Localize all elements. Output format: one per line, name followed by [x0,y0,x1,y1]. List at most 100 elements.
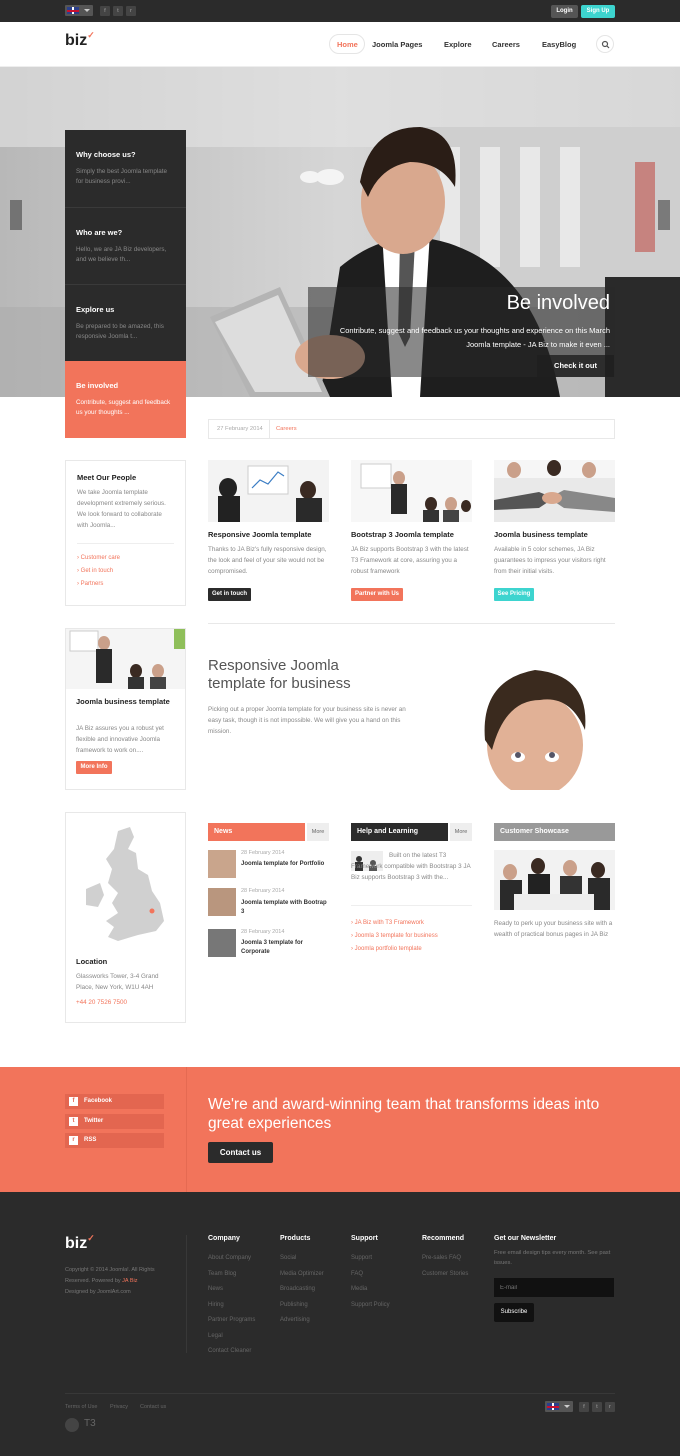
newsletter-email-input[interactable] [494,1278,614,1297]
twitter-link[interactable]: t Twitter [65,1114,164,1129]
link-get-in-touch[interactable]: › Get in touch [77,565,174,578]
footer-link[interactable]: Team Blog [208,1267,255,1283]
footer-link[interactable]: Support [351,1251,390,1267]
card-title: Responsive Joomla template [208,530,312,539]
nav-joomla-pages[interactable]: Joomla Pages [372,40,422,49]
people-text: We take Joomla template development extr… [77,489,166,529]
signup-button[interactable]: Sign Up [581,5,615,18]
divider [351,905,472,906]
check-it-out-button[interactable]: Check it out [537,355,614,377]
footer-link[interactable]: Advertising [280,1313,324,1329]
meta-date: 27 February 2014 [217,426,263,432]
t3-text: T3 [84,1418,96,1429]
news-title-link[interactable]: Joomla 3 template for Corporate [241,939,331,957]
uk-flag-icon [547,1403,559,1410]
search-button[interactable] [596,35,614,53]
news-tab[interactable]: News [208,823,305,841]
link-partners[interactable]: › Partners [77,578,174,591]
nav-home[interactable]: Home [337,40,358,49]
contact-link[interactable]: Contact us [140,1404,166,1410]
hero-tab-explore[interactable]: Explore us Be prepared to be amazed, this… [65,284,186,361]
rss-icon[interactable]: r [126,6,136,16]
subscribe-button[interactable]: Subscribe [494,1303,534,1322]
help-tab[interactable]: Help and Learning [351,823,448,841]
news-title-link[interactable]: Joomla template for Portfolio [241,860,329,869]
footer-link[interactable]: News [208,1282,255,1298]
business-template-box: Joomla business template JA Biz assures … [65,628,186,790]
news-more-button[interactable]: More [307,823,329,841]
footer-link[interactable]: Media [351,1282,390,1298]
terms-link[interactable]: Terms of Use [65,1404,97,1410]
facebook-icon[interactable]: f [579,1402,589,1412]
footer-link[interactable]: FAQ [351,1267,390,1283]
footer-link[interactable]: Legal [208,1329,255,1345]
divider [65,1393,615,1394]
hero-tab-involved[interactable]: Be involved Contribute, suggest and feedb… [65,361,186,438]
footer-link[interactable]: Social [280,1251,324,1267]
meet-people-box: Meet Our People We take Joomla template … [65,460,186,606]
card-text: Thanks to JA Biz's fully responsive desi… [208,546,327,575]
footer-link[interactable]: Contact Cleaner [208,1344,255,1360]
language-selector[interactable] [65,5,93,16]
footer-col-products: Products Social Media Optimizer Broadcas… [280,1235,324,1329]
hero-tab-text: Hello, we are JA Biz developers, and we … [76,246,167,263]
partner-with-us-button[interactable]: Partner with Us [351,588,403,601]
caption-title: Be involved [506,292,610,314]
rss-link[interactable]: r RSS [65,1133,164,1148]
twitter-icon[interactable]: t [113,6,123,16]
footer-link[interactable]: Broadcasting [280,1282,324,1298]
ja-biz-link[interactable]: JA Biz [122,1278,137,1284]
news-title-link[interactable]: Joomla template with Bootrap 3 [241,899,331,917]
card-image-handshake [494,460,615,522]
footer-link[interactable]: Publishing [280,1298,324,1314]
footer-link[interactable]: Media Optimizer [280,1267,324,1283]
see-pricing-button[interactable]: See Pricing [494,588,534,601]
showcase-tab[interactable]: Customer Showcase [494,823,615,841]
contact-us-button[interactable]: Contact us [208,1142,273,1163]
footer-col-title: Company [208,1235,240,1242]
footer-link[interactable]: Customer Stories [422,1267,468,1283]
login-button[interactable]: Login [551,5,578,18]
caption-text: Contribute, suggest and feedback us your… [339,326,610,349]
more-info-button[interactable]: More Info [76,761,112,774]
help-more-button[interactable]: More [450,823,472,841]
help-link[interactable]: › JA Biz with T3 Framework [351,920,424,926]
location-phone[interactable]: +44 20 7526 7500 [76,999,127,1006]
logo[interactable]: biz✓ [65,30,95,50]
location-box: Location Glassworks Tower, 3-4 Grand Pla… [65,812,186,1023]
facebook-icon[interactable]: f [100,6,110,16]
hero-tab-why[interactable]: Why choose us? Simply the best Joomla tem… [65,130,186,207]
nav-careers[interactable]: Careers [492,40,520,49]
footer-link[interactable]: Hiring [208,1298,255,1314]
get-in-touch-button[interactable]: Get in touch [208,588,251,601]
footer-link[interactable]: Partner Programs [208,1313,255,1329]
footer-col-title: Recommend [422,1235,465,1242]
footer-language-selector[interactable] [545,1401,573,1412]
twitter-icon[interactable]: t [592,1402,602,1412]
hero-tab-title: Why choose us? [76,150,136,159]
card-image-meeting [208,460,329,522]
footer-link[interactable]: Pre-sales FAQ [422,1251,468,1267]
help-link[interactable]: › Joomla 3 template for business [351,933,438,939]
card-image-presentation [351,460,472,522]
hero-tab-who[interactable]: Who are we? Hello, we are JA Biz develope… [65,207,186,284]
meta-category-link[interactable]: Careers [276,426,297,432]
slider-prev-arrow[interactable] [10,200,22,230]
facebook-link[interactable]: f Facebook [65,1094,164,1109]
footer-link[interactable]: Support Policy [351,1298,390,1314]
footer-link[interactable]: About Company [208,1251,255,1267]
footer-logo[interactable]: biz✓ [65,1233,95,1253]
nav-easyblog[interactable]: EasyBlog [542,40,576,49]
rss-icon[interactable]: r [605,1402,615,1412]
card-title: Joomla business template [494,530,588,539]
business-title: Joomla business template [76,697,170,706]
link-customer-care[interactable]: › Customer care [77,552,174,565]
card-text: Available in 5 color schemes, JA Biz gua… [494,546,606,575]
hero-tab-text: Be prepared to be amazed, this responsiv… [76,323,164,340]
privacy-link[interactable]: Privacy [110,1404,128,1410]
nav-explore[interactable]: Explore [444,40,472,49]
divider [269,420,270,438]
slider-next-arrow[interactable] [658,200,670,230]
news-date: 28 February 2014 [241,929,285,935]
help-link[interactable]: › Joomla portfolio template [351,946,422,952]
